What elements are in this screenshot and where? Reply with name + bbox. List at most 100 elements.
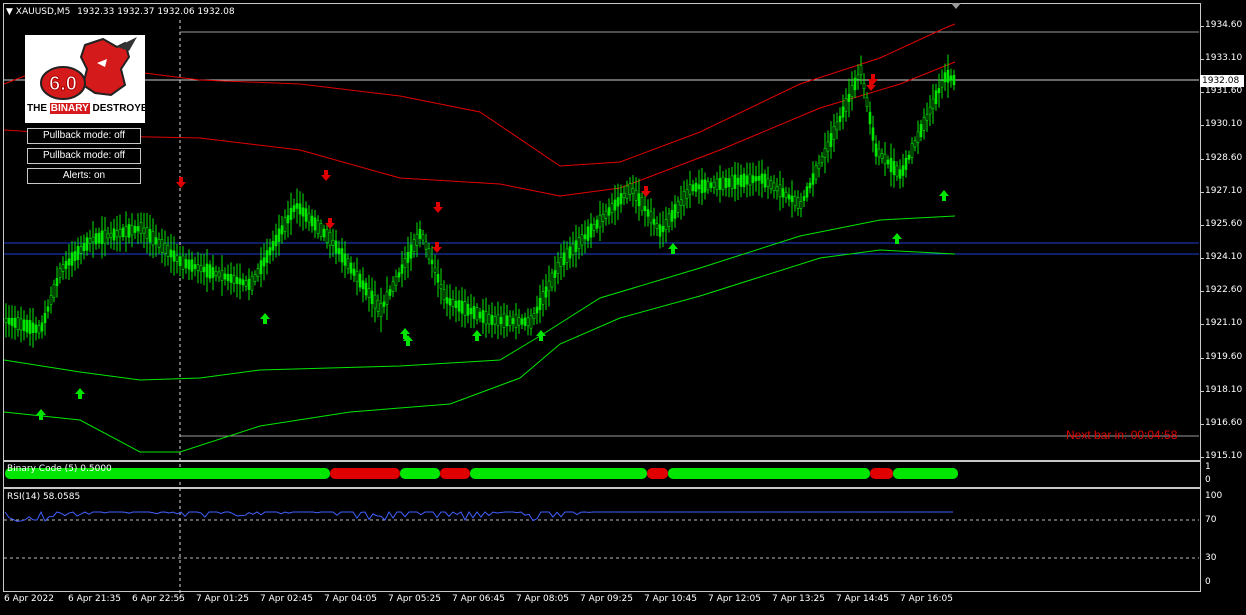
candle-body bbox=[106, 233, 110, 239]
candle-body bbox=[184, 259, 188, 269]
candle-body bbox=[547, 280, 551, 292]
candle-body bbox=[673, 204, 677, 219]
candle-body bbox=[580, 234, 584, 246]
candle-body bbox=[685, 189, 689, 199]
time-label: 7 Apr 06:45 bbox=[452, 594, 505, 604]
candle-body bbox=[514, 314, 518, 328]
price-label: 1919.60 bbox=[1205, 351, 1243, 362]
candle-body bbox=[4, 317, 8, 323]
price-label: 1922.60 bbox=[1205, 285, 1243, 296]
candle-body bbox=[55, 277, 59, 287]
candle-body bbox=[733, 174, 737, 189]
candle-body bbox=[721, 176, 725, 191]
candle-body bbox=[268, 247, 272, 256]
candle-body bbox=[922, 117, 926, 131]
candle-body bbox=[217, 271, 221, 278]
binary-segment bbox=[470, 468, 647, 479]
candle-body bbox=[754, 176, 758, 182]
rsi-level-70: 70 bbox=[1205, 515, 1217, 525]
candle-body bbox=[403, 258, 407, 269]
candle-body bbox=[490, 315, 494, 326]
candle-body bbox=[472, 306, 476, 319]
rsi-level-0: 0 bbox=[1205, 577, 1211, 587]
binary-segment bbox=[330, 468, 400, 479]
candle-body bbox=[334, 240, 338, 254]
sell-arrow-icon bbox=[432, 242, 442, 253]
candle-body bbox=[412, 239, 416, 252]
candle-body bbox=[847, 93, 851, 103]
candle-body bbox=[49, 295, 53, 305]
candle-body bbox=[442, 289, 446, 301]
rsi-level-100: 100 bbox=[1205, 491, 1223, 501]
candle-body bbox=[382, 301, 386, 307]
candle-body bbox=[88, 238, 92, 244]
candle-body bbox=[790, 195, 794, 203]
candle-body bbox=[247, 278, 251, 290]
logo-name-part1: THE bbox=[27, 103, 47, 114]
candle-body bbox=[841, 106, 845, 118]
candle-body bbox=[283, 217, 287, 232]
candle-body bbox=[769, 180, 773, 190]
candle-body bbox=[22, 319, 26, 331]
candle-body bbox=[151, 231, 155, 246]
candle-body bbox=[499, 316, 503, 325]
candle-body bbox=[898, 169, 902, 179]
candle-body bbox=[112, 228, 116, 241]
candle-body bbox=[649, 211, 653, 224]
candle-body bbox=[655, 223, 659, 229]
price-tick bbox=[1200, 59, 1204, 61]
candle-body bbox=[367, 288, 371, 299]
candle-body bbox=[463, 301, 467, 316]
candle-body bbox=[130, 225, 134, 236]
buy-arrow-icon bbox=[892, 233, 902, 244]
pullback-mode-button-2[interactable]: Pullback mode: off bbox=[27, 148, 141, 164]
candle-body bbox=[445, 297, 449, 304]
binary-destroyer-logo: 6.0 THE BINARY DESTROYER bbox=[25, 35, 155, 123]
candle-body bbox=[745, 175, 749, 185]
time-label: 7 Apr 01:25 bbox=[196, 594, 249, 604]
candle-body bbox=[238, 278, 242, 285]
candle-body bbox=[778, 184, 782, 198]
time-label: 7 Apr 08:05 bbox=[516, 594, 569, 604]
candle-body bbox=[304, 208, 308, 222]
candle-body bbox=[697, 184, 701, 190]
price-tick bbox=[1200, 224, 1204, 226]
candle-body bbox=[505, 315, 509, 327]
candle-body bbox=[601, 214, 605, 222]
candle-body bbox=[286, 215, 290, 224]
pullback-mode-button-1[interactable]: Pullback mode: off bbox=[27, 128, 141, 144]
candle-body bbox=[691, 184, 695, 192]
candle-body bbox=[757, 175, 761, 181]
dropdown-triangle-icon[interactable]: ▼ bbox=[6, 7, 13, 17]
price-tick bbox=[1200, 324, 1204, 326]
candle-body bbox=[511, 318, 515, 324]
candle-body bbox=[544, 286, 548, 298]
candle-body bbox=[181, 255, 185, 270]
candle-body bbox=[187, 259, 191, 270]
candle-body bbox=[862, 82, 866, 90]
candle-body bbox=[28, 320, 32, 334]
sell-arrow-icon bbox=[176, 177, 186, 188]
candle-body bbox=[949, 75, 953, 81]
alerts-toggle-button[interactable]: Alerts: on bbox=[27, 168, 141, 184]
candle-body bbox=[13, 317, 17, 328]
candle-body bbox=[604, 210, 608, 219]
candle-body bbox=[343, 253, 347, 266]
candle-body bbox=[292, 205, 296, 212]
candle-body bbox=[484, 311, 488, 325]
candle-body bbox=[658, 224, 662, 237]
candle-body bbox=[202, 266, 206, 273]
candle-body bbox=[94, 233, 98, 245]
candle-body bbox=[694, 182, 698, 192]
candle-body bbox=[502, 313, 506, 328]
candle-body bbox=[163, 242, 167, 254]
candle-body bbox=[760, 173, 764, 184]
candle-body bbox=[466, 303, 470, 316]
candle-body bbox=[616, 197, 620, 207]
price-tick bbox=[1200, 258, 1204, 260]
candle-body bbox=[805, 186, 809, 198]
candle-body bbox=[874, 143, 878, 157]
time-label: 7 Apr 05:25 bbox=[388, 594, 441, 604]
candle-body bbox=[232, 275, 236, 284]
chart-shift-marker-icon[interactable] bbox=[951, 3, 961, 9]
